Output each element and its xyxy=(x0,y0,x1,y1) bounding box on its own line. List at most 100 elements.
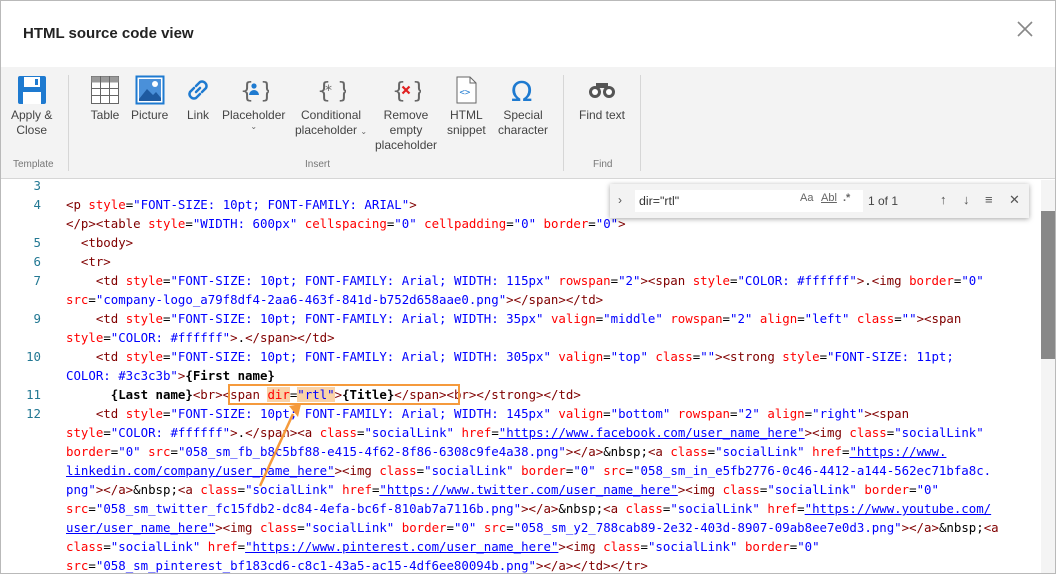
code-token: src xyxy=(66,501,89,516)
code-token: "0" xyxy=(118,444,141,459)
selection-icon[interactable]: ≡ xyxy=(985,192,993,207)
code-token: style xyxy=(125,273,163,288)
code-token: cellpadding xyxy=(424,216,507,231)
code-token: "0" xyxy=(961,273,984,288)
code-token: border xyxy=(909,273,954,288)
arrow-down-icon[interactable]: ↓ xyxy=(963,192,970,207)
code-token: border xyxy=(521,463,566,478)
chevron-right-icon[interactable]: › xyxy=(618,193,622,207)
code-line: style="COLOR: #ffffff">.</span></td> xyxy=(1,328,1041,347)
conditional-placeholder-button[interactable]: { } * Conditional placeholder ⌄ xyxy=(295,73,367,138)
whole-word-toggle[interactable]: Abl xyxy=(821,192,837,204)
code-token: style xyxy=(66,425,104,440)
code-token: class xyxy=(670,444,708,459)
code-token: href xyxy=(767,501,798,516)
code-token: "socialLink" xyxy=(304,520,395,535)
special-character-button[interactable]: Ω Special character xyxy=(498,73,548,138)
remove-placeholder-icon: { } xyxy=(389,73,423,107)
chevron-down-icon: ⌄ xyxy=(250,122,258,131)
code-text: src="058_sm_pinterest_bf183cd6-c8c1-43a5… xyxy=(66,556,648,573)
code-text: user/user_name_here"><img class="socialL… xyxy=(66,518,999,537)
code-token: <td xyxy=(95,273,126,288)
code-token: class xyxy=(66,539,104,554)
placeholder-button[interactable]: { } Placeholder ⌄ xyxy=(222,73,285,131)
code-token: "top" xyxy=(610,349,648,364)
code-token: class xyxy=(603,539,641,554)
code-token: class xyxy=(379,463,417,478)
code-token: </span><br></strong></td> xyxy=(394,387,581,402)
code-token: = xyxy=(506,520,514,535)
ribbon-separator xyxy=(68,75,69,171)
code-line: border="0" src="058_sm_fb_b8c5bf88-e415-… xyxy=(1,442,1041,461)
regex-toggle[interactable]: .* xyxy=(843,192,850,204)
close-find-icon[interactable]: ✕ xyxy=(1009,192,1020,208)
code-token: = xyxy=(170,444,178,459)
link-button[interactable]: Link xyxy=(181,73,215,123)
arrow-up-icon[interactable]: ↑ xyxy=(940,192,947,207)
remove-empty-placeholder-button[interactable]: { } Remove empty placeholder xyxy=(375,73,437,153)
line-number: 7 xyxy=(33,273,41,288)
match-count: 1 of 1 xyxy=(868,194,899,208)
apply-close-button[interactable]: Apply & Close xyxy=(11,73,52,138)
code-token: class xyxy=(849,425,887,440)
code-token: = xyxy=(237,482,246,497)
vertical-scrollbar[interactable] xyxy=(1041,211,1055,359)
code-text: <tbody> xyxy=(66,233,133,252)
code-token: border xyxy=(543,216,589,231)
code-token: = xyxy=(103,330,111,345)
code-token: . xyxy=(864,273,872,288)
code-token: "socialLink" xyxy=(894,425,984,440)
code-line: 5 <tbody> xyxy=(1,233,1041,252)
code-token: href xyxy=(342,482,372,497)
code-token: = xyxy=(88,292,96,307)
code-token: "left" xyxy=(804,311,850,326)
code-token: <td xyxy=(95,406,126,421)
find-text-button[interactable]: Find text xyxy=(579,73,625,123)
code-token: = xyxy=(603,406,611,421)
table-button[interactable]: Table xyxy=(88,73,122,123)
match-case-toggle[interactable]: Aa xyxy=(800,192,813,204)
code-token: border xyxy=(864,482,910,497)
code-text: src="058_sm_twitter_fc15fdb2-dc84-4efa-b… xyxy=(66,499,991,518)
code-token: "middle" xyxy=(603,311,663,326)
code-token: "FONT-SIZE: 10pt; FONT-FAMILY: Arial; WI… xyxy=(170,273,551,288)
code-token: "company-logo_a79f8df4-2aa6-463f-841d-b7… xyxy=(95,292,507,307)
svg-text:}: } xyxy=(337,79,346,104)
code-token: rowspan xyxy=(677,406,730,421)
code-token: = xyxy=(491,425,499,440)
code-token: cellspacing xyxy=(304,216,387,231)
code-token: <a xyxy=(177,482,201,497)
code-token: style xyxy=(125,406,163,421)
code-line: src="058_sm_twitter_fc15fdb2-dc84-4efa-b… xyxy=(1,499,1041,518)
code-line: 11 {Last name}<br><span dir="rtl">{Title… xyxy=(1,385,1041,404)
picture-button[interactable]: Picture xyxy=(131,73,168,123)
code-token: "0" xyxy=(916,482,939,497)
close-icon[interactable] xyxy=(1015,19,1035,39)
code-editor[interactable]: 3 4 <p style="FONT-SIZE: 10pt; FONT-FAMILY… xyxy=(1,180,1055,573)
code-token: "right" xyxy=(812,406,865,421)
html-snippet-button[interactable]: <> HTML snippet xyxy=(447,73,486,138)
code-token: "0" xyxy=(573,463,596,478)
code-token: user/user_name_here" xyxy=(66,520,216,535)
code-token: "https://www. xyxy=(849,444,947,459)
code-line: COLOR: #3c3c3b">{First name} xyxy=(1,366,1041,385)
code-token: > xyxy=(230,425,238,440)
code-text: linkedin.com/company/user_name_here"><im… xyxy=(66,461,991,480)
code-token: src xyxy=(66,558,89,573)
code-token: = xyxy=(909,482,917,497)
code-line: user/user_name_here"><img class="socialL… xyxy=(1,518,1041,537)
code-token: "058_sm_in_e5fb2776-0c46-4412-a144-562ec… xyxy=(633,463,992,478)
code-token: "https://www.youtube.com/ xyxy=(804,501,992,516)
code-token: = xyxy=(88,501,96,516)
code-token: rowspan xyxy=(558,273,611,288)
code-token: ><span xyxy=(916,311,962,326)
code-token: ></a></td></tr> xyxy=(536,558,648,573)
code-token: = xyxy=(88,558,96,573)
code-token: </span></td> xyxy=(245,330,335,345)
